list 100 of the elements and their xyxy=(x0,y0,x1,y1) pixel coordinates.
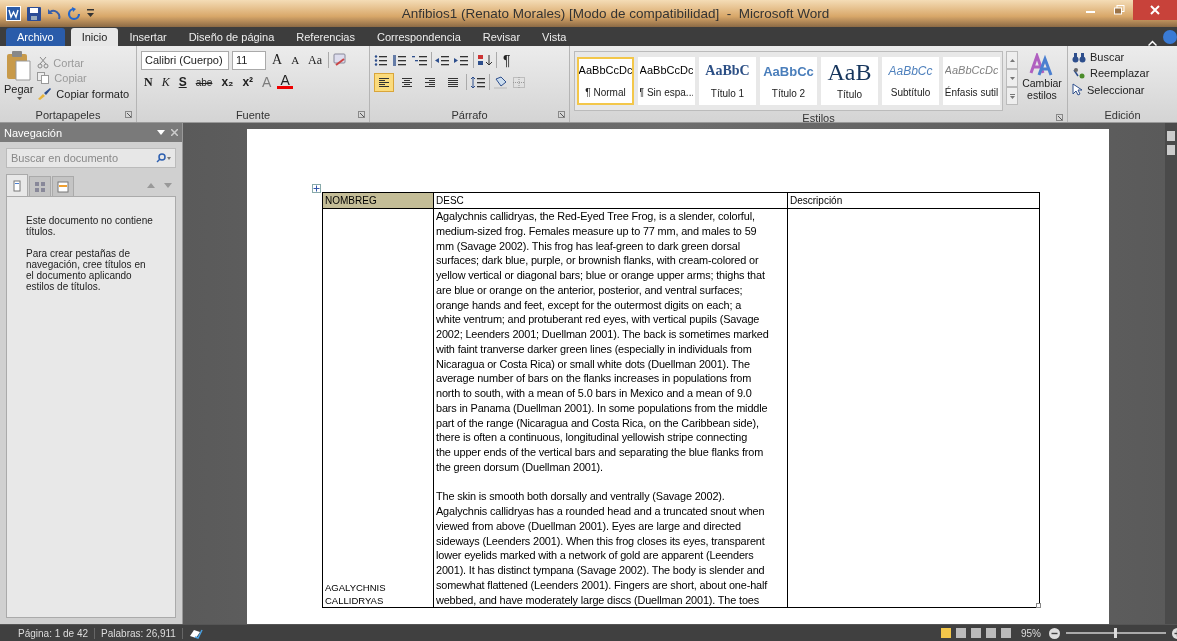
binoculars-icon xyxy=(1072,51,1086,63)
window-title: Anfibios1 (Renato Morales) [Modo de compatibilidad] - Microsoft Word xyxy=(400,6,831,21)
superscript-button[interactable]: x² xyxy=(239,75,257,89)
dialog-launcher-icon[interactable] xyxy=(1056,114,1063,121)
column-header: NOMBREG xyxy=(322,192,434,209)
increase-indent-icon[interactable] xyxy=(454,53,470,67)
multilevel-list-icon[interactable] xyxy=(412,53,428,67)
align-justify-icon xyxy=(447,76,459,88)
align-right-icon xyxy=(424,76,436,88)
group-label: Portapapeles xyxy=(35,109,101,121)
close-button[interactable] xyxy=(1133,0,1177,20)
select-button[interactable]: Seleccionar xyxy=(1072,83,1150,96)
proofing-icon[interactable] xyxy=(188,627,203,639)
ribbon-tab[interactable]: Referencias xyxy=(285,28,366,46)
collapse-ribbon-icon[interactable] xyxy=(1148,40,1157,46)
show-formatting-marks-button[interactable]: ¶ xyxy=(500,52,514,68)
grow-font-button[interactable]: A xyxy=(269,52,286,68)
style-gallery-item[interactable]: AaBbCc Título 2 xyxy=(760,57,817,105)
ribbon-tab[interactable]: Inicio xyxy=(70,28,119,46)
style-gallery-item[interactable]: AaBbCcDc ¶ Sin espa... xyxy=(638,57,695,105)
clear-formatting-icon[interactable] xyxy=(332,53,348,67)
sort-icon[interactable] xyxy=(477,53,493,67)
dialog-launcher-icon[interactable] xyxy=(358,111,365,118)
styles-letters-icon xyxy=(1029,53,1055,77)
replace-button[interactable]: Reemplazar xyxy=(1072,67,1150,79)
ribbon-tab[interactable]: Revisar xyxy=(471,28,532,46)
word-count[interactable]: Palabras: 26,911 xyxy=(95,627,183,639)
close-icon[interactable] xyxy=(171,129,178,136)
pane-options-icon[interactable] xyxy=(157,130,165,135)
style-gallery-item[interactable]: AaBbCcDc ¶ Normal xyxy=(577,57,634,105)
close-icon xyxy=(1150,5,1160,15)
group-label: Edición xyxy=(1104,109,1141,121)
ribbon-tab[interactable]: Correspondencia xyxy=(366,28,472,46)
scissors-icon xyxy=(37,57,50,69)
paint-bucket-icon[interactable] xyxy=(493,75,509,89)
word-logo-icon[interactable] xyxy=(6,6,21,21)
column-header: DESC xyxy=(433,192,788,209)
customize-toolbar-icon[interactable] xyxy=(87,9,94,18)
format-painter-button[interactable]: Copiar formato xyxy=(37,87,130,100)
cursor-icon xyxy=(1072,83,1083,96)
strikethrough-button[interactable]: abe xyxy=(192,76,216,88)
decrease-indent-icon[interactable] xyxy=(435,53,451,67)
style-gallery-item[interactable]: AaB Título xyxy=(821,57,878,105)
dialog-launcher-icon[interactable] xyxy=(125,111,132,118)
change-case-button[interactable]: Aa xyxy=(305,52,326,68)
bullets-icon[interactable] xyxy=(374,53,390,67)
results-tab[interactable] xyxy=(52,176,74,196)
more-styles-button[interactable] xyxy=(1006,87,1018,105)
font-size-field[interactable]: 11 xyxy=(232,50,266,70)
dialog-launcher-icon[interactable] xyxy=(558,111,565,118)
dropdown-caret-icon[interactable] xyxy=(17,97,23,100)
column-header: Descripción xyxy=(787,192,1040,209)
undo-icon[interactable] xyxy=(47,7,61,20)
more-icon xyxy=(1009,93,1015,99)
italic-button[interactable]: K xyxy=(158,74,173,90)
find-button[interactable]: Buscar xyxy=(1072,51,1150,63)
results-icon xyxy=(57,180,69,193)
table-cell: AGALYCHNIS CALLIDRYAS xyxy=(322,208,434,608)
align-center-icon xyxy=(401,76,413,88)
ribbon-tab[interactable]: Diseño de página xyxy=(177,28,286,46)
zoom-out-icon[interactable] xyxy=(1049,627,1060,639)
vertical-scrollbar[interactable] xyxy=(1165,123,1177,624)
ribbon-tab[interactable]: Archivo xyxy=(6,28,65,46)
pane-title: Navegación xyxy=(4,126,63,139)
description-paragraph: Agalychnis callidryas, the Red-Eyed Tree Frog, is a slender, colorful, medium-sized frog. Females measure up to 77 mm, and males to 59 mm (Savage 2002). This frog has leaf-green to dark green dorsal surfaces; dark blue, purple, or brownish flanks, with cream-colored or yellow vertical or diagonal bars; blue or orange upper arms; thighs that are blue or orange on the anterior, posterior, and ventral surfaces; orange hands and feet, except for the outermost digits on each; a white ventrum; and protuberant red eyes, with vertical pupils (Savage 2002; Leenders 2001; Duellman 2001). The back is sometimes marked with faint tranverse darker green lines (especially in individuals from Nicaragua or Costa Rica) or small white dots (Duellman 2001). The average number of bars on the flanks increases in populations from north to south, with a mean of 5.0 bars in Mexico and a mean of 9.0 bars in Panama (Duellman 2001). In some populations from the middle part of the range (Nicaragua and Costa Rica, on the Caribbean side), there is often a continuous, longitudinal yellowish stripe connecting the upper ends of the vertical bars and separating the blue flanks from the green dorsum (Duellman 2001). xyxy=(436,209,770,475)
redo-icon[interactable] xyxy=(67,6,81,21)
description-paragraph: The skin is smooth both dorsally and ventrally (Savage 2002). Agalychnis callidryas has a rounded head and a truncated snout when viewed from above (Duellman 2001). Eyes are large and directed sideways (Leenders 2001). When this frog closes its eyes, transparent lower eyelids marked with a network of gold are apparent (Leenders 2001). It has distinct tympana (Savage 2002). The body is slender and somewhat flattened (Leenders 2001). Fingers are short, about one-half webbed, and have moderately large discs (Duellman 2001). The toes xyxy=(436,489,769,608)
font-name-field[interactable]: Calibri (Cuerpo) xyxy=(141,50,229,70)
style-gallery-item[interactable]: AaBbC Título 1 xyxy=(699,57,756,105)
table-move-handle-icon[interactable] xyxy=(312,184,321,193)
align-left-button[interactable] xyxy=(374,72,394,92)
page-count[interactable]: Página: 1 de 42 xyxy=(12,627,96,639)
change-styles-button[interactable]: Cambiar estilos xyxy=(1021,49,1063,111)
paintbrush-icon xyxy=(37,87,53,100)
save-icon[interactable] xyxy=(27,6,41,21)
align-left-icon xyxy=(378,76,390,88)
paste-button[interactable]: Pegar xyxy=(4,49,34,108)
copy-icon xyxy=(37,72,51,84)
numbering-icon[interactable] xyxy=(393,53,409,67)
zoom-level[interactable]: 95% xyxy=(1021,627,1041,639)
ribbon-tab[interactable]: Vista xyxy=(531,28,578,46)
clipboard-icon xyxy=(5,51,32,81)
group-label: Fuente xyxy=(235,109,271,121)
pages-icon xyxy=(34,180,46,193)
shrink-font-button[interactable]: A xyxy=(288,54,303,66)
ribbon-tab[interactable]: Insertar xyxy=(118,28,178,46)
table-resize-handle-icon[interactable] xyxy=(1036,603,1041,608)
down-arrow-icon xyxy=(1009,76,1015,80)
line-spacing-icon[interactable] xyxy=(470,75,486,89)
font-color-button[interactable]: A xyxy=(277,75,293,89)
search-icon xyxy=(156,153,171,163)
restore-icon xyxy=(1113,5,1125,15)
underline-button[interactable]: S xyxy=(175,75,190,89)
up-arrow-icon xyxy=(1009,58,1015,62)
info-message: Para crear pestañas de navegación, cree títulos en el documento aplicando estilos de títulos. xyxy=(26,248,147,292)
info-message: Este documento no contiene títulos. xyxy=(26,215,154,237)
bold-button[interactable]: N xyxy=(141,74,156,90)
group-label: Párrafo xyxy=(451,109,488,121)
subscript-button[interactable]: x₂ xyxy=(218,75,237,89)
style-gallery-item[interactable]: AaBbCc Subtítulo xyxy=(882,57,939,105)
